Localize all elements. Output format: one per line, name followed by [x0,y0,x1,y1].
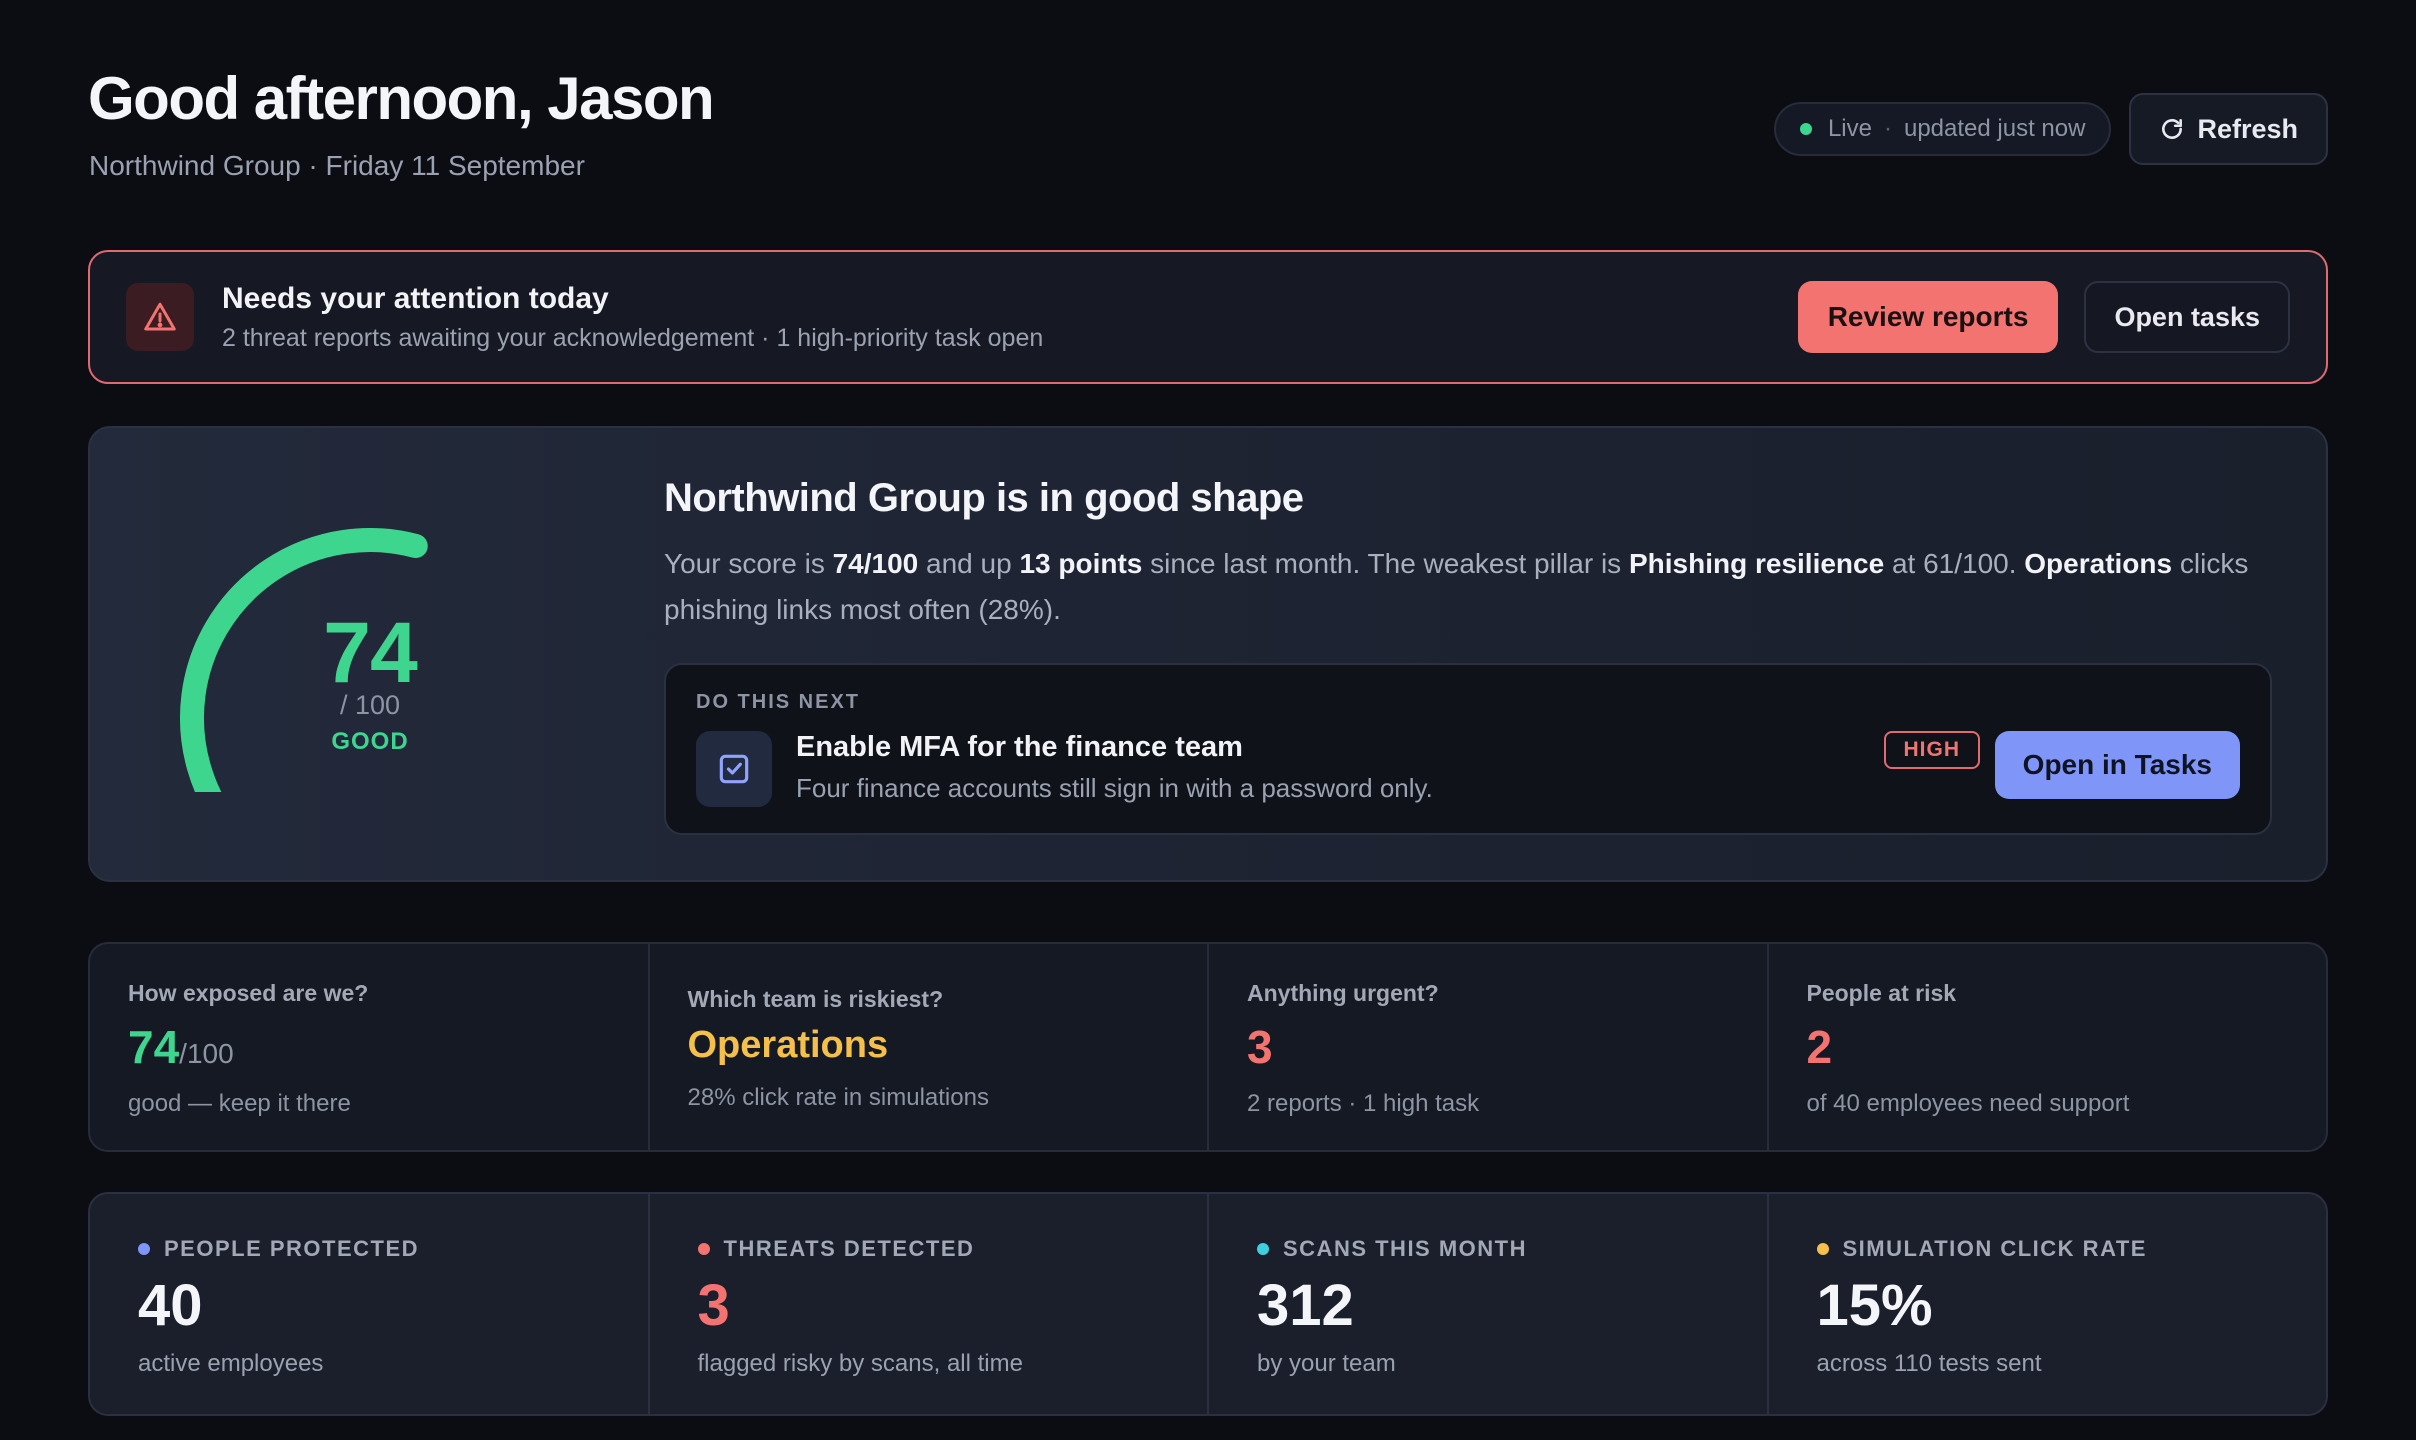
question-exposure[interactable]: How exposed are we? 74/100 good — keep i… [90,944,650,1150]
live-label: Live [1827,115,1872,142]
question-value: 74/100 [128,1020,234,1074]
live-status-pill: Live · updated just now [1773,102,2112,156]
alert-icon-box [126,283,194,351]
page-header: Good afternoon, Jason Northwind Group · … [88,0,2328,250]
desc-score: 74/100 [832,548,919,579]
score-value: 74 [323,605,418,701]
question-label: How exposed are we? [128,980,369,1006]
desc-weakest-pillar: Phishing resilience [1628,548,1885,579]
org-date-subtitle: Northwind Group · Friday 11 September [89,150,585,181]
alert-subtitle: 2 threat reports awaiting your acknowled… [222,323,1044,352]
attention-banner: Needs your attention today 2 threat repo… [88,250,2328,384]
question-urgent[interactable]: Anything urgent? 3 2 reports · 1 high ta… [1209,944,1769,1150]
page-title: Good afternoon, Jason [88,65,715,132]
desc-change: 13 points [1019,548,1143,579]
question-riskiest-team[interactable]: Which team is riskiest? Operations 28% c… [650,944,1209,1150]
question-note: 28% click rate in simulations [687,1084,989,1111]
next-action-kicker: DO THIS NEXT [696,691,861,713]
question-label: Which team is riskiest? [687,986,944,1012]
desc-riskiest-team: Operations [2024,548,2173,579]
question-note: good — keep it there [128,1090,351,1117]
stat-dot-icon [138,1243,150,1255]
desc-text: and up [918,548,1020,579]
stat-dot-icon [697,1243,710,1255]
header-actions: Live · updated just now Refresh [1773,93,2328,165]
question-value-suffix: /100 [179,1038,234,1069]
desc-text: since last month. The weakest pillar is [1142,548,1629,579]
stat-dot-icon [1257,1243,1269,1255]
dashboard-page: Good afternoon, Jason Northwind Group · … [0,0,2416,1440]
next-action-subtitle: Four finance accounts still sign in with… [796,773,1433,803]
refresh-button[interactable]: Refresh [2129,93,2328,165]
warning-triangle-icon [144,302,176,331]
next-action-title: Enable MFA for the finance team [796,731,1243,763]
refresh-label: Refresh [2197,113,2298,144]
question-value: Operations [687,1024,889,1066]
stat-dot-icon [1816,1243,1829,1255]
key-questions-strip: How exposed are we? 74/100 good — keep i… [88,942,2328,1152]
stat-scans-this-month: SCANS THIS MONTH 312 by your team [1209,1194,1769,1414]
stat-label: SCANS THIS MONTH [1257,1236,1527,1262]
next-action-card: DO THIS NEXT Enable MFA for the finance … [664,663,2272,835]
task-icon-box [696,731,772,807]
question-label: Anything urgent? [1247,980,1439,1006]
score-description: Your score is 74/100 and up 13 points si… [664,541,2272,633]
security-score-card: 74 / 100 GOOD Northwind Group is in good… [88,426,2328,882]
score-max: / 100 [339,690,401,720]
stat-label-text: THREATS DETECTED [723,1236,975,1261]
question-note: of 40 employees need support [1806,1090,2130,1117]
priority-badge: HIGH [1883,731,1980,769]
stat-label-text: SIMULATION CLICK RATE [1842,1236,2147,1261]
desc-text: Your score is [664,548,833,579]
stat-note: by your team [1257,1350,1396,1377]
stat-threats-detected: THREATS DETECTED 3 flagged risky by scan… [650,1194,1209,1414]
stats-strip: PEOPLE PROTECTED 40 active employees THR… [88,1192,2328,1416]
question-people-at-risk[interactable]: People at risk 2 of 40 employees need su… [1769,944,2327,1150]
stat-label: PEOPLE PROTECTED [138,1236,419,1262]
score-rating: GOOD [331,728,409,755]
checkbox-icon [719,754,749,784]
score-summary: Northwind Group is in good shape Your sc… [664,476,2272,835]
stat-value: 3 [697,1273,730,1338]
open-in-tasks-button[interactable]: Open in Tasks [1994,731,2240,799]
question-value-number: 74 [128,1021,180,1073]
live-separator: · [1883,115,1892,142]
score-title: Northwind Group is in good shape [664,476,1304,520]
stat-label-text: SCANS THIS MONTH [1283,1236,1527,1261]
stat-note: flagged risky by scans, all time [697,1350,1023,1377]
score-gauge: 74 / 100 GOOD [170,518,570,808]
stat-label-text: PEOPLE PROTECTED [164,1236,420,1261]
live-dot-icon [1799,123,1812,135]
desc-text: at 61/100. [1884,548,2025,579]
question-label: People at risk [1806,980,1957,1006]
alert-text: Needs your attention today 2 threat repo… [222,282,1798,353]
stat-value: 312 [1257,1273,1354,1338]
stat-label: THREATS DETECTED [697,1236,975,1262]
stat-label: SIMULATION CLICK RATE [1816,1236,2147,1262]
question-note: 2 reports · 1 high task [1247,1090,1480,1117]
review-reports-button[interactable]: Review reports [1797,281,2059,353]
question-value: 3 [1247,1021,1273,1073]
stat-value: 40 [138,1273,203,1338]
refresh-icon [2162,119,2183,139]
stat-note: active employees [138,1350,324,1377]
question-value: 2 [1806,1021,1833,1073]
stat-note: across 110 tests sent [1816,1350,2042,1377]
live-updated-text: updated just now [1903,115,2086,142]
stat-people-protected: PEOPLE PROTECTED 40 active employees [90,1194,650,1414]
stat-value: 15% [1816,1273,1933,1338]
alert-title: Needs your attention today [222,281,609,315]
stat-simulation-click-rate: SIMULATION CLICK RATE 15% across 110 tes… [1769,1194,2327,1414]
open-tasks-button[interactable]: Open tasks [2084,281,2290,353]
